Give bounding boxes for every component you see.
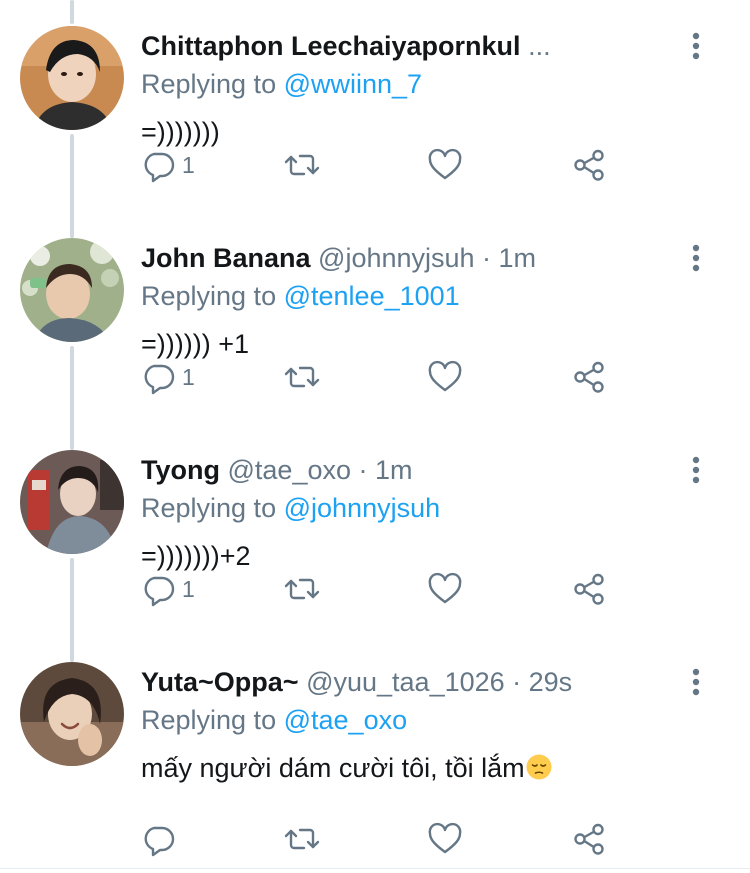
share-icon	[574, 149, 604, 181]
pensive-face-emoji-icon	[526, 754, 552, 780]
retweet-button[interactable]	[282, 569, 322, 609]
replying-to-handle[interactable]: @tae_oxo	[284, 705, 408, 735]
handle-and-time: @yuu_taa_1026 · 29s	[306, 667, 573, 697]
replying-to: Replying to @tae_oxo	[141, 702, 407, 738]
avatar[interactable]	[20, 238, 124, 342]
handle-and-time: @tae_oxo · 1m	[227, 455, 413, 485]
display-name[interactable]: Chittaphon Leechaiyapornkul	[141, 31, 521, 61]
divider	[0, 868, 750, 869]
share-icon	[574, 573, 604, 605]
retweet-button[interactable]	[282, 819, 322, 859]
more-options-button[interactable]	[682, 664, 710, 700]
retweet-icon	[284, 366, 320, 388]
like-button[interactable]	[426, 357, 464, 397]
reply-count: 1	[182, 575, 195, 602]
share-icon	[574, 361, 604, 393]
display-name[interactable]: Tyong	[141, 455, 220, 485]
reply-icon	[144, 364, 175, 395]
display-name[interactable]: John Banana	[141, 243, 311, 273]
reply-count: 1	[182, 363, 195, 390]
tweet-text-row: mấy người dám cười tôi, tồi lắm	[141, 750, 553, 786]
avatar[interactable]	[20, 26, 124, 130]
avatar-image	[20, 238, 124, 342]
like-button[interactable]	[426, 819, 464, 859]
retweet-icon	[284, 154, 320, 176]
avatar[interactable]	[20, 662, 124, 766]
share-button[interactable]	[570, 819, 608, 859]
retweet-icon	[284, 828, 320, 850]
tweet-header: Yuta~Oppa~ @yuu_taa_1026 · 29s	[141, 663, 572, 701]
share-button[interactable]	[570, 357, 608, 397]
heart-icon	[428, 572, 462, 604]
replying-to-label: Replying to	[141, 493, 277, 523]
reply-icon	[144, 576, 175, 607]
more-options-button[interactable]	[682, 452, 710, 488]
more-options-button[interactable]	[682, 240, 710, 276]
tweet-item[interactable]: Yuta~Oppa~ @yuu_taa_1026 · 29s Replying …	[0, 636, 750, 857]
handle-and-time: ...	[528, 31, 551, 61]
like-button[interactable]	[426, 145, 464, 185]
reply-button[interactable]	[140, 819, 182, 859]
tweet-header: Chittaphon Leechaiyapornkul ...	[141, 27, 551, 65]
reply-button[interactable]: 1	[140, 357, 195, 397]
avatar-image	[20, 662, 124, 766]
replying-to-label: Replying to	[141, 281, 277, 311]
tweet-text: mấy người dám cười tôi, tồi lắm	[141, 753, 525, 783]
replying-to-handle[interactable]: @wwiinn_7	[284, 69, 422, 99]
reply-icon	[144, 826, 175, 857]
handle-and-time: @johnnyjsuh · 1m	[318, 243, 537, 273]
tweet-item[interactable]: Chittaphon Leechaiyapornkul ... Replying…	[0, 0, 750, 212]
more-vertical-icon	[692, 244, 700, 272]
retweet-button[interactable]	[282, 357, 322, 397]
reply-icon	[144, 152, 175, 183]
tweet-item[interactable]: John Banana @johnnyjsuh · 1m Replying to…	[0, 212, 750, 424]
share-icon	[574, 823, 604, 855]
replying-to-label: Replying to	[141, 69, 277, 99]
retweet-button[interactable]	[282, 145, 322, 185]
more-vertical-icon	[692, 32, 700, 60]
tweet-header: Tyong @tae_oxo · 1m	[141, 451, 413, 489]
more-vertical-icon	[692, 668, 700, 696]
replying-to-handle[interactable]: @tenlee_1001	[284, 281, 460, 311]
display-name[interactable]: Yuta~Oppa~	[141, 667, 299, 697]
reply-button[interactable]: 1	[140, 569, 195, 609]
reply-count: 1	[182, 151, 195, 178]
heart-icon	[428, 822, 462, 854]
replying-to-handle[interactable]: @johnnyjsuh	[284, 493, 441, 523]
share-button[interactable]	[570, 569, 608, 609]
heart-icon	[428, 360, 462, 392]
tweet-header: John Banana @johnnyjsuh · 1m	[141, 239, 536, 277]
avatar-image	[20, 450, 124, 554]
replying-to: Replying to @tenlee_1001	[141, 278, 460, 314]
share-button[interactable]	[570, 145, 608, 185]
replying-to: Replying to @wwiinn_7	[141, 66, 422, 102]
avatar[interactable]	[20, 450, 124, 554]
like-button[interactable]	[426, 569, 464, 609]
heart-icon	[428, 148, 462, 180]
reply-button[interactable]: 1	[140, 145, 195, 185]
more-options-button[interactable]	[682, 28, 710, 64]
retweet-icon	[284, 578, 320, 600]
avatar-image	[20, 26, 124, 130]
replying-to-label: Replying to	[141, 705, 277, 735]
more-vertical-icon	[692, 456, 700, 484]
replying-to: Replying to @johnnyjsuh	[141, 490, 440, 526]
tweet-item[interactable]: Tyong @tae_oxo · 1m Replying to @johnnyj…	[0, 424, 750, 636]
